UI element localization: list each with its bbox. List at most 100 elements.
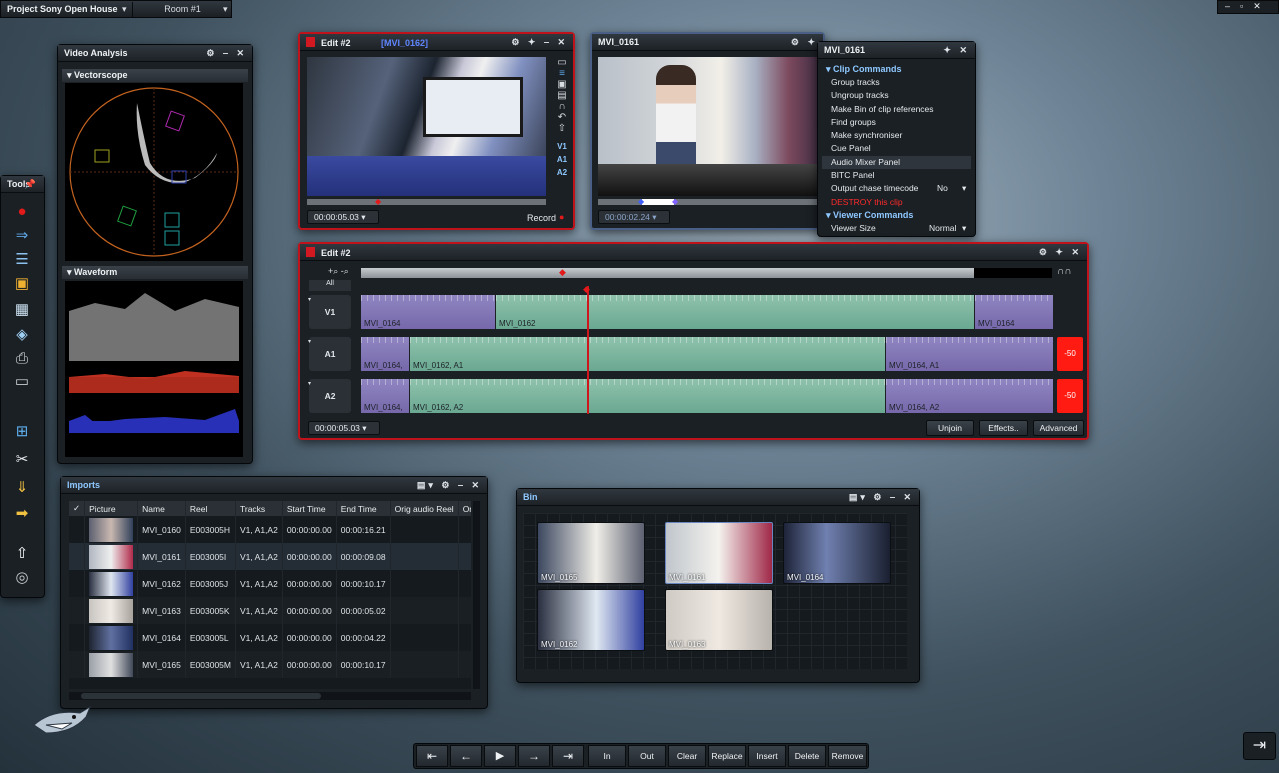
timeline-icon[interactable]: ☰ bbox=[10, 251, 34, 269]
in-marker[interactable]: ◆ bbox=[638, 197, 644, 206]
step-forward-button[interactable]: → bbox=[518, 745, 550, 767]
clip-segment[interactable]: MVI_0164 bbox=[361, 295, 495, 329]
exit-button[interactable]: ⇥ bbox=[1243, 732, 1276, 760]
col-end-time[interactable]: End Time bbox=[336, 501, 391, 516]
viewer-commands-header[interactable]: ▾ Viewer Commands bbox=[822, 209, 971, 222]
step-back-button[interactable]: ← bbox=[450, 745, 482, 767]
effects-button[interactable]: Effects.. bbox=[979, 420, 1028, 436]
restore-icon[interactable]: ▫ bbox=[1240, 1, 1253, 11]
imports-scroll-thumb[interactable] bbox=[81, 693, 321, 699]
table-row[interactable]: MVI_0163 E003005K V1, A1,A2 00:00:00.00 00:0… bbox=[69, 597, 471, 624]
zoom-icons[interactable]: +⌕ -⌕ bbox=[328, 266, 349, 277]
table-row[interactable]: MVI_0161 E003005I V1, A1,A2 00:00:00.00 00:0… bbox=[69, 543, 471, 570]
project-dropdown-icon[interactable]: ▾ bbox=[122, 4, 127, 15]
clip-segment[interactable]: MVI_0164, bbox=[361, 337, 409, 371]
record-icon[interactable]: ● bbox=[10, 203, 34, 221]
timeline-ruler[interactable]: ◆ bbox=[361, 267, 1052, 278]
source-viewer-scrubber[interactable]: ◆ ◆ bbox=[598, 197, 822, 206]
fingerprint-icon[interactable]: ◎ bbox=[10, 569, 34, 587]
clip-segment[interactable]: MVI_0162, A1 bbox=[410, 337, 885, 371]
cube-icon[interactable]: ◈ bbox=[10, 326, 34, 344]
in-button[interactable]: In bbox=[588, 745, 626, 767]
printer-icon[interactable]: ⎙ bbox=[10, 350, 34, 368]
panel-controls[interactable]: ▤▾ ⚙ ‒ ✕ bbox=[849, 492, 914, 503]
scissors-icon[interactable]: ✂ bbox=[10, 451, 34, 469]
clip-segment[interactable]: MVI_0164, bbox=[361, 379, 409, 413]
col-name[interactable]: Name bbox=[137, 501, 186, 516]
menu-make-synchroniser[interactable]: Make synchroniser bbox=[822, 129, 971, 142]
clip-segment[interactable]: MVI_0164, A2 bbox=[886, 379, 1053, 413]
list-icon[interactable]: ≡ bbox=[553, 68, 571, 79]
remove-button[interactable]: Remove bbox=[828, 745, 867, 767]
out-marker[interactable]: ◆ bbox=[672, 197, 678, 206]
folder-icon[interactable]: ▣ bbox=[10, 275, 34, 293]
menu-destroy-clip[interactable]: DESTROY this clip bbox=[822, 196, 971, 209]
col-orig[interactable]: Orig bbox=[458, 501, 471, 516]
menu-audio-mixer-panel[interactable]: Audio Mixer Panel bbox=[822, 156, 971, 169]
delete-button[interactable]: Delete bbox=[788, 745, 826, 767]
col-orig-audio-reel[interactable]: Orig audio Reel bbox=[390, 501, 459, 516]
import-arrow-icon[interactable]: ⇒ bbox=[10, 227, 34, 245]
menu-cue-panel[interactable]: Cue Panel bbox=[822, 142, 971, 155]
timeline-timecode[interactable]: 00:00:05.03 ▾ bbox=[308, 421, 380, 435]
unjoin-button[interactable]: Unjoin bbox=[926, 420, 974, 436]
imports-vertical-scrollbar[interactable] bbox=[473, 501, 480, 689]
clip-segment[interactable]: MVI_0162 bbox=[496, 295, 974, 329]
drive-icon[interactable]: ▭ bbox=[10, 373, 34, 391]
close-icon[interactable]: ✕ bbox=[1253, 1, 1271, 11]
menu-viewer-size[interactable]: Viewer Size Normal ▾ bbox=[822, 222, 971, 235]
chevron-down-icon[interactable]: ▾ bbox=[962, 183, 966, 194]
track-expand-icon[interactable]: ▾ bbox=[308, 380, 311, 387]
track-header-a2[interactable]: A2 bbox=[309, 379, 351, 413]
menu-bitc-panel[interactable]: BITC Panel bbox=[822, 169, 971, 182]
panel-controls[interactable]: ⚙ ✦ ✕ bbox=[1039, 247, 1082, 258]
edit-viewer-scrubber[interactable]: ◆ bbox=[307, 197, 546, 206]
panel-controls[interactable]: ⚙ ✦ ‒ ✕ bbox=[511, 37, 568, 48]
panel-controls[interactable]: ✦ ✕ bbox=[943, 45, 970, 56]
grid-icon[interactable]: ▦ bbox=[10, 301, 34, 319]
clip-segment[interactable]: MVI_0162, A2 bbox=[410, 379, 885, 413]
project-name[interactable]: Project Sony Open House bbox=[7, 4, 118, 14]
frame-icon[interactable]: ▣ bbox=[553, 79, 571, 90]
imports-horizontal-scrollbar[interactable] bbox=[69, 692, 471, 700]
menu-make-bin[interactable]: Make Bin of clip references bbox=[822, 103, 971, 116]
audio-level-a1[interactable]: -50 bbox=[1057, 337, 1083, 371]
exit-arrow-icon[interactable]: ➡ bbox=[10, 505, 34, 523]
minimize-icon[interactable]: ‒ bbox=[1225, 1, 1240, 11]
menu-find-groups[interactable]: Find groups bbox=[822, 116, 971, 129]
col-check[interactable]: ✓ bbox=[69, 501, 86, 516]
home-arrow-icon[interactable]: ⇧ bbox=[10, 545, 34, 563]
track-header-a1[interactable]: A1 bbox=[309, 337, 351, 371]
export-icon[interactable]: ⇓ bbox=[10, 479, 34, 497]
insert-button[interactable]: Insert bbox=[748, 745, 786, 767]
go-to-end-button[interactable]: ⇥ bbox=[552, 745, 584, 767]
tools-pin-icon[interactable]: 📌 bbox=[25, 179, 39, 190]
upload-icon[interactable]: ⇧ bbox=[553, 123, 571, 134]
source-viewer-timecode[interactable]: 00:00:02.24 ▾ bbox=[598, 210, 670, 224]
viewer-size-value[interactable]: Normal bbox=[929, 223, 956, 233]
loop-icons[interactable]: ∩∩ bbox=[1057, 266, 1071, 277]
replace-button[interactable]: Replace bbox=[708, 745, 746, 767]
bin-clip[interactable]: MVI_0165 bbox=[537, 522, 645, 584]
clip-segment[interactable]: MVI_0164 bbox=[975, 295, 1053, 329]
col-start-time[interactable]: Start Time bbox=[282, 501, 337, 516]
col-picture[interactable]: Picture bbox=[84, 501, 139, 516]
folder-icon[interactable]: ▭ bbox=[553, 57, 571, 68]
col-reel[interactable]: Reel bbox=[185, 501, 237, 516]
track-a1[interactable]: A1 bbox=[553, 155, 571, 164]
chevron-down-icon[interactable]: ▾ bbox=[962, 223, 966, 234]
menu-group-tracks[interactable]: Group tracks bbox=[822, 76, 971, 89]
advanced-button[interactable]: Advanced bbox=[1033, 420, 1084, 436]
play-button[interactable]: ▶ bbox=[484, 745, 516, 767]
track-expand-icon[interactable]: ▾ bbox=[308, 338, 311, 345]
go-to-start-button[interactable]: ⇤ bbox=[416, 745, 448, 767]
playhead-top-marker[interactable]: ◆ bbox=[583, 284, 590, 295]
layers-icon[interactable]: ▤ bbox=[553, 90, 571, 101]
edit-viewer-timecode[interactable]: 00:00:05.03 ▾ bbox=[307, 210, 379, 224]
track-v1[interactable]: V1 bbox=[553, 142, 571, 151]
clip-commands-header[interactable]: ▾ Clip Commands bbox=[822, 63, 971, 76]
clip-segment[interactable]: MVI_0164, A1 bbox=[886, 337, 1053, 371]
col-tracks[interactable]: Tracks bbox=[235, 501, 283, 516]
loop-icon[interactable]: ∩ bbox=[553, 101, 571, 112]
table-row[interactable]: MVI_0164 E003005L V1, A1,A2 00:00:00.00 00:0… bbox=[69, 624, 471, 651]
